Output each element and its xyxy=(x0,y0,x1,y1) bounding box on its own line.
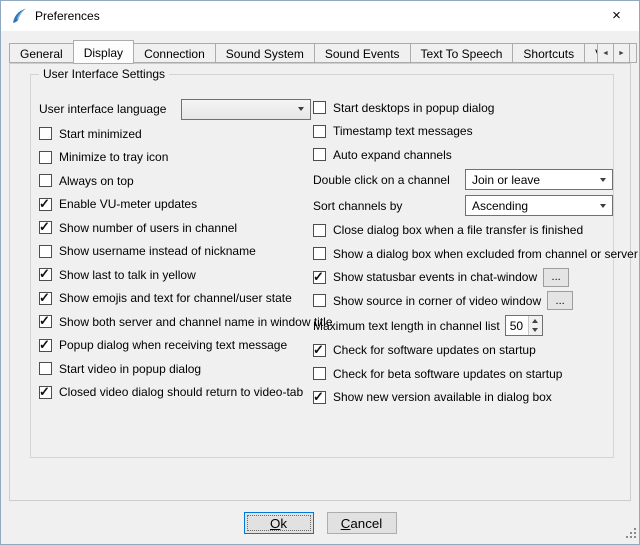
sort-channels-label: Sort channels by xyxy=(313,199,402,213)
app-logo-icon xyxy=(10,7,28,25)
tab-shortcuts[interactable]: Shortcuts xyxy=(512,43,585,63)
checkbox-box xyxy=(39,245,52,258)
resize-grip-icon xyxy=(625,527,637,539)
tab-scroll-buttons: ◄ ► xyxy=(598,43,630,63)
tab-bar: General Display Connection Sound System … xyxy=(9,41,631,63)
sort-channels-select[interactable]: Ascending xyxy=(465,195,613,216)
max-text-length-row: Maximum text length in channel list 50 xyxy=(313,313,613,339)
check-dialog-when-excluded[interactable]: Show a dialog box when excluded from cha… xyxy=(313,242,613,266)
check-always-on-top[interactable]: Always on top xyxy=(39,169,311,193)
check-new-version-dialog[interactable]: Show new version available in dialog box xyxy=(313,386,613,410)
checkbox-box xyxy=(39,292,52,305)
checkbox-box xyxy=(39,268,52,281)
footer: Ok Cancel xyxy=(1,512,639,534)
close-icon: × xyxy=(612,7,621,24)
check-vu-meter-updates[interactable]: Enable VU-meter updates xyxy=(39,193,311,217)
arrow-left-icon: ◄ xyxy=(602,50,609,57)
close-button[interactable]: × xyxy=(594,1,639,30)
spinner-up-button[interactable] xyxy=(529,316,542,326)
tab-scroll-right-button[interactable]: ► xyxy=(613,43,630,63)
check-auto-expand-channels[interactable]: Auto expand channels xyxy=(313,143,613,167)
double-click-label: Double click on a channel xyxy=(313,173,450,187)
language-row: User interface language xyxy=(39,96,311,122)
spinner-value: 50 xyxy=(506,316,528,335)
checkbox-box xyxy=(313,344,326,357)
left-column: User interface language Start minimized … xyxy=(39,96,311,404)
double-click-select[interactable]: Join or leave xyxy=(465,169,613,190)
check-emojis-and-text[interactable]: Show emojis and text for channel/user st… xyxy=(39,287,311,311)
double-click-row: Double click on a channel Join or leave xyxy=(313,167,613,193)
chevron-up-icon xyxy=(532,319,538,323)
check-software-updates[interactable]: Check for software updates on startup xyxy=(313,339,613,363)
display-tab-pane: User Interface Settings User interface l… xyxy=(9,63,631,501)
checkbox-box[interactable] xyxy=(313,294,326,307)
arrow-right-icon: ► xyxy=(618,50,625,57)
checkbox-box xyxy=(313,125,326,138)
check-start-minimized[interactable]: Start minimized xyxy=(39,122,311,146)
checkbox-box xyxy=(313,148,326,161)
checkbox-box xyxy=(39,198,52,211)
preferences-dialog: Preferences × General Display Connection… xyxy=(0,0,640,545)
tab-connection[interactable]: Connection xyxy=(133,43,216,63)
check-server-channel-in-title[interactable]: Show both server and channel name in win… xyxy=(39,310,311,334)
tab-scroll-left-button[interactable]: ◄ xyxy=(597,43,614,63)
tab-sound-system[interactable]: Sound System xyxy=(215,43,315,63)
title-bar: Preferences × xyxy=(1,1,639,31)
checkbox-box[interactable] xyxy=(313,271,326,284)
checkbox-box xyxy=(313,367,326,380)
spinner-down-button[interactable] xyxy=(529,326,542,336)
window-title: Preferences xyxy=(35,9,100,23)
cancel-button[interactable]: Cancel xyxy=(327,512,397,534)
checkbox-box xyxy=(39,127,52,140)
language-label: User interface language xyxy=(39,102,166,116)
checkbox-box xyxy=(39,362,52,375)
chevron-down-icon xyxy=(298,107,304,111)
ok-button[interactable]: Ok xyxy=(244,512,314,534)
checkbox-box xyxy=(313,101,326,114)
check-beta-software-updates[interactable]: Check for beta software updates on start… xyxy=(313,362,613,386)
check-desktops-popup-dialog[interactable]: Start desktops in popup dialog xyxy=(313,96,613,120)
checkbox-box xyxy=(39,315,52,328)
check-show-user-count[interactable]: Show number of users in channel xyxy=(39,216,311,240)
statusbar-events-options-button[interactable]: ... xyxy=(543,268,569,287)
user-interface-settings-group: User Interface Settings User interface l… xyxy=(30,74,614,458)
check-video-popup-dialog[interactable]: Start video in popup dialog xyxy=(39,357,311,381)
check-minimize-to-tray[interactable]: Minimize to tray icon xyxy=(39,146,311,170)
check-popup-on-text-message[interactable]: Popup dialog when receiving text message xyxy=(39,334,311,358)
checkbox-box xyxy=(313,391,326,404)
tab-general[interactable]: General xyxy=(9,43,74,63)
language-select[interactable] xyxy=(181,99,311,120)
check-close-on-transfer-finished[interactable]: Close dialog box when a file transfer is… xyxy=(313,219,613,243)
checkbox-box xyxy=(313,247,326,260)
video-source-corner-row: Show source in corner of video window ..… xyxy=(313,289,613,313)
max-text-length-spinner[interactable]: 50 xyxy=(505,315,543,336)
checkbox-box xyxy=(39,151,52,164)
max-text-length-label: Maximum text length in channel list xyxy=(313,319,500,333)
right-column: Start desktops in popup dialog Timestamp… xyxy=(313,96,613,409)
resize-grip[interactable] xyxy=(625,527,637,542)
tab-text-to-speech[interactable]: Text To Speech xyxy=(410,43,514,63)
checkbox-box xyxy=(39,386,52,399)
tab-sound-events[interactable]: Sound Events xyxy=(314,43,411,63)
check-last-to-talk-yellow[interactable]: Show last to talk in yellow xyxy=(39,263,311,287)
statusbar-events-row: Show statusbar events in chat-window ... xyxy=(313,266,613,290)
chevron-down-icon xyxy=(600,178,606,182)
tab-display[interactable]: Display xyxy=(73,40,134,64)
group-title: User Interface Settings xyxy=(39,67,169,81)
chevron-down-icon xyxy=(532,328,538,332)
checkbox-box xyxy=(39,174,52,187)
checkbox-box xyxy=(39,339,52,352)
checkbox-box xyxy=(313,224,326,237)
check-closed-video-return-tab[interactable]: Closed video dialog should return to vid… xyxy=(39,381,311,405)
sort-channels-row: Sort channels by Ascending xyxy=(313,193,613,219)
video-source-options-button[interactable]: ... xyxy=(547,291,573,310)
spinner-arrows xyxy=(528,316,542,335)
check-timestamp-messages[interactable]: Timestamp text messages xyxy=(313,120,613,144)
chevron-down-icon xyxy=(600,204,606,208)
checkbox-box xyxy=(39,221,52,234)
check-username-instead-nickname[interactable]: Show username instead of nickname xyxy=(39,240,311,264)
